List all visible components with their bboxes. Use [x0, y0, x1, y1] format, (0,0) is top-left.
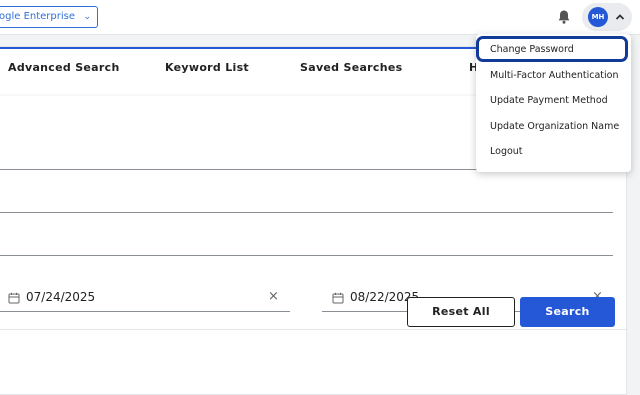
bell-icon[interactable]	[556, 9, 572, 25]
search-button[interactable]: Search	[520, 297, 615, 327]
avatar: MH	[588, 7, 608, 27]
calendar-icon	[332, 292, 344, 304]
user-menu-toggle[interactable]: MH	[582, 3, 632, 31]
date-from-underline	[0, 311, 290, 312]
tab-advanced-search[interactable]: Advanced Search	[8, 61, 120, 74]
user-dropdown-menu: Change Password Multi-Factor Authenticat…	[476, 34, 631, 172]
chevron-down-icon: ⌄	[83, 12, 92, 22]
date-from-value: 07/24/2025	[26, 290, 96, 304]
divider	[0, 329, 626, 330]
top-bar: ogle Enterprise ⌄ MH	[0, 0, 640, 35]
menu-item-update-organization-name[interactable]: Update Organization Name	[490, 121, 619, 132]
menu-item-update-payment-method[interactable]: Update Payment Method	[490, 95, 608, 106]
menu-item-logout[interactable]: Logout	[490, 146, 523, 157]
reset-all-button[interactable]: Reset All	[407, 297, 515, 327]
tab-keyword-list[interactable]: Keyword List	[165, 61, 249, 74]
organization-select-value: ogle Enterprise	[0, 11, 76, 22]
tab-saved-searches[interactable]: Saved Searches	[300, 61, 402, 74]
clear-date-from-icon[interactable]: ×	[268, 289, 279, 304]
organization-select[interactable]: ogle Enterprise ⌄	[0, 6, 99, 28]
chevron-up-icon	[615, 14, 625, 20]
date-from-field[interactable]: 07/24/2025 ×	[8, 288, 290, 312]
menu-item-multi-factor-authentication[interactable]: Multi-Factor Authentication	[490, 70, 619, 81]
menu-item-change-password[interactable]: Change Password	[490, 44, 574, 55]
calendar-icon	[8, 292, 20, 304]
text-field-2-underline[interactable]	[0, 212, 613, 213]
text-field-3-underline[interactable]	[0, 255, 613, 256]
